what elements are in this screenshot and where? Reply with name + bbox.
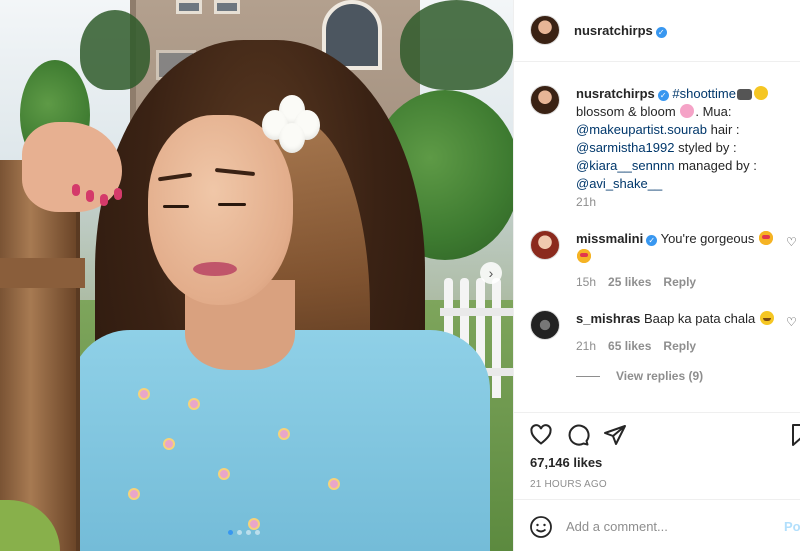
- grin-emoji-icon: [759, 311, 774, 325]
- post-caption: nusratchirps ✓ #shoottime blossom & bloom…: [576, 85, 791, 193]
- camera-emoji-icon: [736, 89, 752, 100]
- comment-bubble-icon[interactable]: [566, 423, 590, 447]
- divider-line: [576, 375, 600, 377]
- reply-button[interactable]: Reply: [663, 339, 696, 353]
- caption-avatar[interactable]: [530, 85, 560, 115]
- wooden-railing: [0, 160, 85, 551]
- caption-text: styled by :: [674, 140, 737, 155]
- verified-badge-icon: ✓: [646, 235, 658, 246]
- author-username[interactable]: nusratchirps: [574, 23, 653, 38]
- view-replies-button[interactable]: View replies (9): [576, 369, 703, 383]
- post-header: nusratchirps ✓: [514, 0, 800, 62]
- carousel-dot-active: [228, 530, 233, 535]
- heart-eyes-emoji-icon: [577, 249, 591, 263]
- comment-like-heart-icon[interactable]: ♡: [786, 316, 798, 328]
- author-name-wrap: nusratchirps ✓: [574, 22, 667, 40]
- lips: [193, 262, 237, 276]
- next-slide-button[interactable]: ›: [480, 262, 502, 284]
- add-comment-bar: Add a comment... Post: [514, 499, 800, 551]
- view-replies-label: View replies (9): [616, 369, 704, 383]
- post-comment-button[interactable]: Post: [784, 519, 800, 534]
- comment-username[interactable]: missmalini: [576, 231, 643, 246]
- post-actions: 67,146 likes 21 HOURS AGO Add a comment.…: [514, 412, 800, 551]
- posted-time: 21 HOURS AGO: [530, 479, 607, 490]
- carousel-dot: [246, 530, 251, 535]
- hashtag-link[interactable]: #shoottime: [672, 86, 736, 101]
- emoji-picker-icon[interactable]: [529, 515, 553, 539]
- comment-likes[interactable]: 65 likes: [608, 339, 651, 353]
- comment: missmalini ✓ You're gorgeous: [576, 230, 781, 266]
- comment-meta: 21h 65 likes Reply: [576, 339, 696, 353]
- mention-link[interactable]: @makeupartist.sourab: [576, 122, 707, 137]
- caption-timestamp: 21h: [576, 195, 597, 209]
- comment-likes[interactable]: 25 likes: [608, 275, 651, 289]
- blossom-emoji-icon: [680, 104, 695, 118]
- add-comment-input[interactable]: Add a comment...: [566, 519, 668, 534]
- caption-text: hair :: [706, 122, 740, 137]
- mention-link[interactable]: @kiara__sennnn: [576, 158, 674, 173]
- carousel-dot: [255, 530, 260, 535]
- share-send-icon[interactable]: [603, 423, 627, 447]
- commenter-avatar[interactable]: [530, 230, 560, 260]
- verified-badge-icon: ✓: [655, 27, 667, 38]
- heart-eyes-emoji-icon: [759, 231, 774, 245]
- comment-time: 15h: [576, 275, 597, 289]
- like-heart-icon[interactable]: [529, 423, 553, 447]
- caption-text: blossom & bloom: [576, 104, 676, 119]
- likes-count[interactable]: 67,146 likes: [530, 455, 602, 470]
- post-photo[interactable]: ›: [0, 0, 513, 551]
- reply-button[interactable]: Reply: [663, 275, 696, 289]
- comment-meta: 15h 25 likes Reply: [576, 275, 696, 289]
- palm-tree: [80, 10, 150, 90]
- eye: [218, 203, 246, 206]
- comment-text: Baap ka pata chala: [643, 311, 756, 326]
- comment-username[interactable]: s_mishras: [576, 311, 640, 326]
- mention-link[interactable]: @avi_shake__: [576, 176, 662, 191]
- post-side-panel: nusratchirps ✓ nusratchirps ✓ #shoottime b…: [513, 0, 800, 551]
- verified-badge-icon: ✓: [657, 90, 669, 101]
- comment-like-heart-icon[interactable]: ♡: [786, 236, 798, 248]
- carousel-dot: [237, 530, 242, 535]
- caption-text: . Mua:: [695, 104, 732, 119]
- carousel-dots: [228, 530, 260, 535]
- comment-time: 21h: [576, 339, 597, 353]
- eye: [163, 205, 189, 208]
- white-hair-flower: [262, 95, 322, 155]
- commenter-avatar[interactable]: [530, 310, 560, 340]
- comment: s_mishras Baap ka pata chala: [576, 310, 781, 328]
- caption-text: managed by :: [674, 158, 757, 173]
- save-bookmark-icon[interactable]: [789, 423, 800, 447]
- author-avatar[interactable]: [530, 15, 560, 45]
- blue-kurta: [70, 330, 490, 551]
- comment-text: You're gorgeous: [660, 231, 755, 246]
- cool-emoji-icon: [753, 86, 768, 100]
- palm-tree: [400, 0, 513, 90]
- caption-username[interactable]: nusratchirps: [576, 86, 655, 101]
- mention-link[interactable]: @sarmistha1992: [576, 140, 674, 155]
